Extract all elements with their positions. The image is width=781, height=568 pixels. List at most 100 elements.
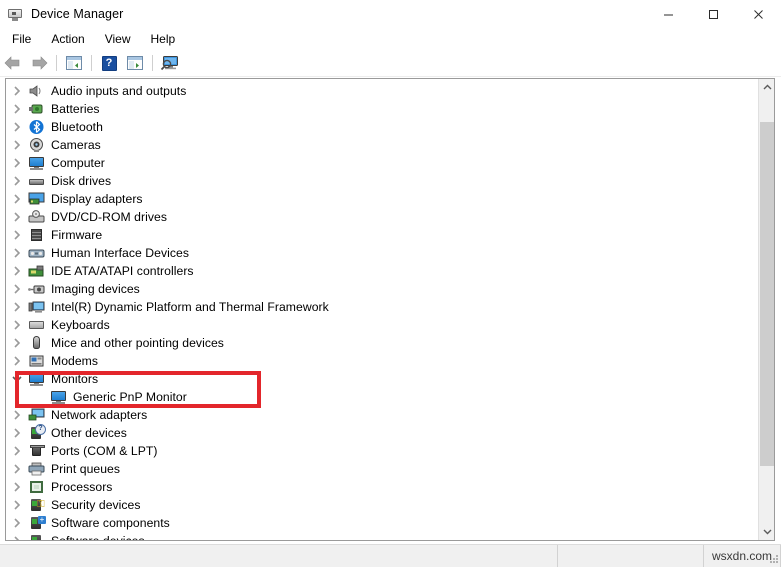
toolbar-separator xyxy=(91,55,92,71)
chevron-right-icon[interactable] xyxy=(6,154,28,172)
chevron-right-icon[interactable] xyxy=(6,190,28,208)
tree-item-label: Mice and other pointing devices xyxy=(51,336,224,350)
chevron-down-icon[interactable] xyxy=(6,370,28,388)
tree-item-label: IDE ATA/ATAPI controllers xyxy=(51,264,194,278)
tree-item-audio-inputs-and-outputs[interactable]: Audio inputs and outputs xyxy=(6,82,759,100)
disk-drive-icon xyxy=(28,173,45,189)
tree-item-ide-ata-atapi-controllers[interactable]: IDE ATA/ATAPI controllers xyxy=(6,262,759,280)
processor-icon xyxy=(28,479,45,495)
tree-item-processors[interactable]: Processors xyxy=(6,478,759,496)
show-hide-console-tree-button[interactable] xyxy=(62,52,86,74)
menu-help[interactable]: Help xyxy=(141,29,186,49)
chevron-right-icon[interactable] xyxy=(6,262,28,280)
tree-item-security-devices[interactable]: ⚿ Security devices xyxy=(6,496,759,514)
resize-grip[interactable] xyxy=(767,553,779,565)
tree-item-mice-and-other-pointing-devices[interactable]: Mice and other pointing devices xyxy=(6,334,759,352)
tree-item-keyboards[interactable]: Keyboards xyxy=(6,316,759,334)
software-device-icon xyxy=(28,533,45,540)
tree-item-label: DVD/CD-ROM drives xyxy=(51,210,167,224)
chevron-right-icon[interactable] xyxy=(6,118,28,136)
help-button[interactable]: ? xyxy=(97,52,121,74)
chevron-right-icon[interactable] xyxy=(6,136,28,154)
chevron-right-icon[interactable] xyxy=(6,100,28,118)
tree-item-ports-com-lpt[interactable]: Ports (COM & LPT) xyxy=(6,442,759,460)
speaker-icon xyxy=(28,83,45,99)
scroll-up-button[interactable] xyxy=(759,79,774,96)
vertical-scrollbar[interactable] xyxy=(758,79,774,540)
tree-item-display-adapters[interactable]: Display adapters xyxy=(6,190,759,208)
modem-icon xyxy=(28,353,45,369)
chevron-right-icon[interactable] xyxy=(6,82,28,100)
device-manager-window: Device Manager File Action View Help ? A… xyxy=(0,0,781,567)
window-controls xyxy=(646,0,781,28)
device-tree-scroll-area[interactable]: Audio inputs and outputs Batteries Bluet… xyxy=(6,79,759,540)
chevron-right-icon[interactable] xyxy=(6,172,28,190)
chevron-right-icon[interactable] xyxy=(6,208,28,226)
tree-item-human-interface-devices[interactable]: Human Interface Devices xyxy=(6,244,759,262)
tree-item-batteries[interactable]: Batteries xyxy=(6,100,759,118)
ide-controller-icon xyxy=(28,263,45,279)
tree-item-modems[interactable]: Modems xyxy=(6,352,759,370)
status-bar: wsxdn.com xyxy=(0,544,781,567)
menu-view[interactable]: View xyxy=(95,29,141,49)
chevron-right-icon[interactable] xyxy=(6,244,28,262)
tree-item-label: Disk drives xyxy=(51,174,112,188)
title-bar: Device Manager xyxy=(0,0,781,28)
tree-item-other-devices[interactable]: ? Other devices xyxy=(6,424,759,442)
tree-item-print-queues[interactable]: Print queues xyxy=(6,460,759,478)
watermark-text: wsxdn.com xyxy=(711,549,773,563)
chevron-right-icon[interactable] xyxy=(6,442,28,460)
close-button[interactable] xyxy=(736,0,781,28)
tree-item-software-devices[interactable]: Software devices xyxy=(6,532,759,540)
chevron-right-icon[interactable] xyxy=(6,460,28,478)
menu-file[interactable]: File xyxy=(2,29,41,49)
tree-item-imaging-devices[interactable]: Imaging devices xyxy=(6,280,759,298)
chevron-right-icon[interactable] xyxy=(6,316,28,334)
chevron-right-icon[interactable] xyxy=(6,298,28,316)
tree-item-label: Network adapters xyxy=(51,408,148,422)
chevron-right-icon[interactable] xyxy=(6,496,28,514)
tree-item-firmware[interactable]: Firmware xyxy=(6,226,759,244)
chevron-right-icon[interactable] xyxy=(6,532,28,540)
tree-item-network-adapters[interactable]: Network adapters xyxy=(6,406,759,424)
tree-item-monitors[interactable]: Monitors xyxy=(6,370,759,388)
scan-hardware-changes-button[interactable] xyxy=(158,52,182,74)
tree-item-cameras[interactable]: Cameras xyxy=(6,136,759,154)
forward-button[interactable] xyxy=(27,52,51,74)
computer-monitor-icon xyxy=(28,155,45,171)
back-button[interactable] xyxy=(1,52,25,74)
tree-item-computer[interactable]: Computer xyxy=(6,154,759,172)
chevron-right-icon[interactable] xyxy=(6,352,28,370)
maximize-button[interactable] xyxy=(691,0,736,28)
scroll-down-button[interactable] xyxy=(759,523,774,540)
properties-button[interactable] xyxy=(123,52,147,74)
status-pane-secondary xyxy=(558,545,704,567)
tree-item-disk-drives[interactable]: Disk drives xyxy=(6,172,759,190)
security-device-icon: ⚿ xyxy=(28,497,45,513)
chevron-right-icon[interactable] xyxy=(6,424,28,442)
tree-item-label: Display adapters xyxy=(51,192,143,206)
chevron-right-icon[interactable] xyxy=(6,514,28,532)
chevron-right-icon[interactable] xyxy=(6,406,28,424)
chevron-right-icon[interactable] xyxy=(6,334,28,352)
tree-item-bluetooth[interactable]: Bluetooth xyxy=(6,118,759,136)
tree-item-dvd-cd-rom-drives[interactable]: DVD/CD-ROM drives xyxy=(6,208,759,226)
tree-item-label: Computer xyxy=(51,156,105,170)
scrollbar-track[interactable] xyxy=(759,96,774,523)
minimize-button[interactable] xyxy=(646,0,691,28)
chevron-right-icon[interactable] xyxy=(6,226,28,244)
menu-action[interactable]: Action xyxy=(41,29,94,49)
tree-item-software-components[interactable]: + Software components xyxy=(6,514,759,532)
imaging-device-icon xyxy=(28,281,45,297)
tree-item-label: Security devices xyxy=(51,498,141,512)
scrollbar-thumb[interactable] xyxy=(760,122,774,466)
tree-item-intel-dynamic-platform-and-thermal-framework[interactable]: Intel(R) Dynamic Platform and Thermal Fr… xyxy=(6,298,759,316)
tree-item-label: Ports (COM & LPT) xyxy=(51,444,158,458)
question-badge-icon: ? xyxy=(35,424,46,435)
tree-item-generic-pnp-monitor[interactable]: Generic PnP Monitor xyxy=(6,388,759,406)
chevron-right-icon[interactable] xyxy=(6,280,28,298)
bluetooth-icon xyxy=(28,119,45,135)
monitor-icon xyxy=(28,371,45,387)
chevron-right-icon[interactable] xyxy=(6,478,28,496)
tree-item-label: Imaging devices xyxy=(51,282,140,296)
